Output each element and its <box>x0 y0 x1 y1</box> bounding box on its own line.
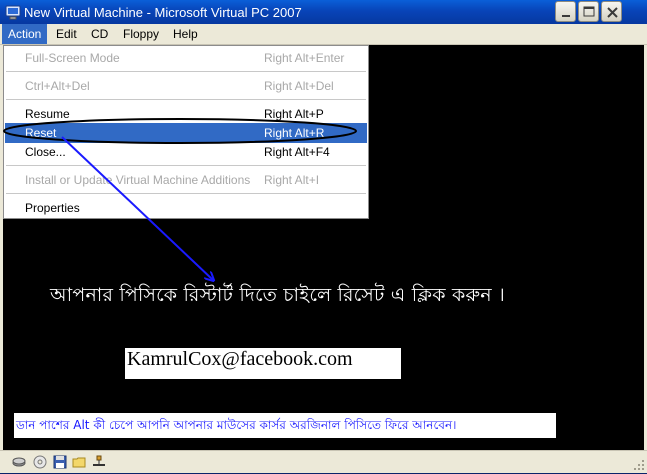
cd-icon[interactable] <box>33 455 47 469</box>
minimize-button[interactable] <box>555 1 576 22</box>
virtual-pc-window: New Virtual Machine - Microsoft Virtual … <box>0 0 647 473</box>
menu-item-install-additions[interactable]: Install or Update Virtual Machine Additi… <box>5 170 367 190</box>
maximize-icon <box>583 6 595 17</box>
menu-help[interactable]: Help <box>167 24 204 44</box>
maximize-button[interactable] <box>578 1 599 22</box>
close-window-button[interactable] <box>601 1 622 22</box>
menu-bar: Action Edit CD Floppy Help <box>0 24 647 45</box>
title-bar[interactable]: New Virtual Machine - Microsoft Virtual … <box>0 0 647 24</box>
status-bar <box>0 450 647 473</box>
folder-icon[interactable] <box>72 455 86 469</box>
menu-item-close[interactable]: Close... Right Alt+F4 <box>5 142 367 162</box>
menu-item-properties[interactable]: Properties <box>5 198 367 218</box>
menu-action[interactable]: Action <box>2 24 48 44</box>
minimize-icon <box>562 15 570 17</box>
menu-floppy[interactable]: Floppy <box>117 24 165 44</box>
resize-grip-icon[interactable] <box>633 459 645 471</box>
network-icon[interactable] <box>92 455 106 469</box>
action-menu-dropdown: Full-Screen Mode Right Alt+Enter Ctrl+Al… <box>3 45 369 219</box>
menu-item-resume[interactable]: Resume Right Alt+P <box>5 104 367 124</box>
menu-item-reset[interactable]: Reset Right Alt+R <box>5 123 367 143</box>
menu-edit[interactable]: Edit <box>50 24 83 44</box>
contact-email-label: KamrulCox@facebook.com <box>125 348 401 379</box>
alt-key-note: ডান পাশের Alt কী চেপে আপনি আপনার মাউসের … <box>14 413 556 438</box>
virtual-pc-app-icon <box>5 4 21 20</box>
menu-cd[interactable]: CD <box>85 24 114 44</box>
hard-disk-icon[interactable] <box>12 455 26 469</box>
menu-separator <box>6 193 366 194</box>
menu-item-full-screen[interactable]: Full-Screen Mode Right Alt+Enter <box>5 48 367 68</box>
window-title: New Virtual Machine - Microsoft Virtual … <box>24 5 302 20</box>
menu-item-ctrl-alt-del[interactable]: Ctrl+Alt+Del Right Alt+Del <box>5 76 367 96</box>
reset-instruction-text: আপনার পিসিকে রিস্টার্ট দিতে চাইলে রিসেট … <box>50 284 505 306</box>
menu-separator <box>6 165 366 166</box>
menu-separator <box>6 71 366 72</box>
floppy-icon[interactable] <box>53 455 67 469</box>
menu-separator <box>6 99 366 100</box>
close-icon <box>607 7 618 18</box>
